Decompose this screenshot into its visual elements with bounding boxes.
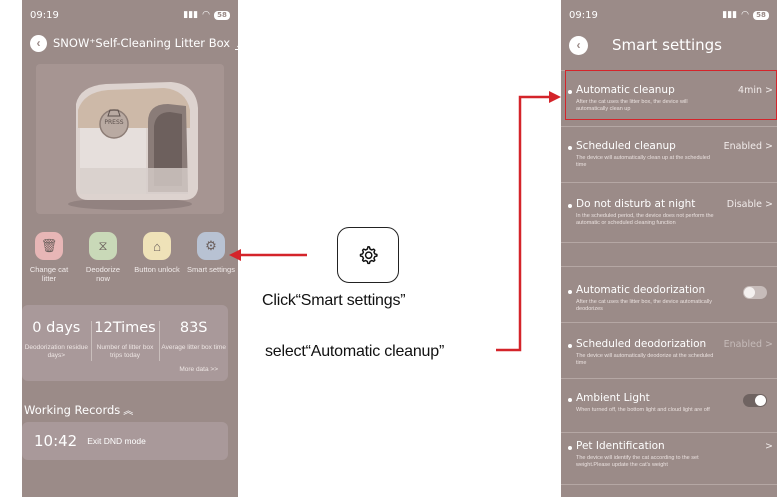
- smart-settings-screen: 09:19 ▮▮▮ ◠ 58 ‹ Smart settings Automati…: [561, 0, 777, 497]
- signal-icon: ▮▮▮: [183, 10, 199, 20]
- usage-stats-card[interactable]: 0 days Deodorization residue days> 12Tim…: [22, 305, 228, 381]
- deodorize-icon: ⧖: [89, 232, 117, 260]
- instruction-step-2: select“Automatic cleanup”: [265, 343, 445, 360]
- page-title: Smart settings: [612, 36, 722, 54]
- gear-icon-callout: [337, 227, 399, 283]
- device-badge: PRESS: [104, 119, 123, 126]
- button-unlock-button[interactable]: ⌂ Button unlock: [133, 232, 181, 283]
- wifi-icon: ◠: [202, 10, 210, 20]
- more-data-link[interactable]: More data >>: [179, 366, 218, 373]
- back-button[interactable]: ‹: [569, 35, 588, 55]
- arrow-to-automatic-cleanup: [496, 95, 550, 352]
- stat-deodorization: 0 days Deodorization residue days>: [24, 320, 88, 359]
- device-header: ‹ SNOW⁺Self-Cleaning Litter Box: [30, 32, 238, 54]
- status-bar: 09:19 ▮▮▮ ◠ 58: [30, 10, 230, 24]
- smart-settings-button[interactable]: ⚙ Smart settings: [187, 232, 235, 283]
- back-button[interactable]: ‹: [30, 34, 47, 52]
- ambient-light-toggle[interactable]: [743, 394, 767, 407]
- status-time: 09:19: [30, 10, 59, 21]
- unlock-icon: ⌂: [143, 232, 171, 260]
- record-time: 10:42: [34, 432, 78, 450]
- record-item: 10:42 Exit DND mode: [22, 422, 228, 460]
- gear-icon: ⚙: [197, 232, 225, 260]
- device-home-screen: 09:19 ▮▮▮ ◠ 58 ‹ SNOW⁺Self-Cleaning Litt…: [22, 0, 238, 497]
- signal-icon: ▮▮▮: [722, 10, 738, 20]
- battery-icon: 58: [753, 10, 769, 20]
- stat-trips: 12Times Number of litter box trips today: [90, 305, 160, 381]
- wifi-icon: ◠: [741, 10, 749, 20]
- settings-header: ‹ Smart settings: [569, 34, 722, 56]
- instruction-step-1: Click“Smart settings”: [262, 292, 406, 309]
- gear-icon: [359, 246, 378, 265]
- chevron-up-icon: ︽: [123, 406, 134, 417]
- trash-icon: 🗑: [35, 232, 63, 260]
- working-records-title[interactable]: Working Records ︽: [24, 402, 133, 417]
- change-litter-button[interactable]: 🗑 Change cat litter: [25, 232, 73, 283]
- deodorize-button[interactable]: ⧖ Deodorize now: [79, 232, 127, 283]
- device-title: SNOW⁺Self-Cleaning Litter Box: [53, 36, 231, 50]
- arrowhead-right: [549, 91, 561, 103]
- record-message: Exit DND mode: [87, 436, 146, 446]
- status-bar: 09:19 ▮▮▮ ◠ 58: [569, 10, 769, 24]
- automatic-deodorization-toggle[interactable]: [743, 286, 767, 299]
- status-time: 09:19: [569, 10, 598, 21]
- battery-icon: 58: [214, 10, 230, 20]
- litter-box-image: PRESS: [36, 64, 224, 214]
- quick-actions: 🗑 Change cat litter ⧖ Deodorize now ⌂ Bu…: [22, 232, 238, 283]
